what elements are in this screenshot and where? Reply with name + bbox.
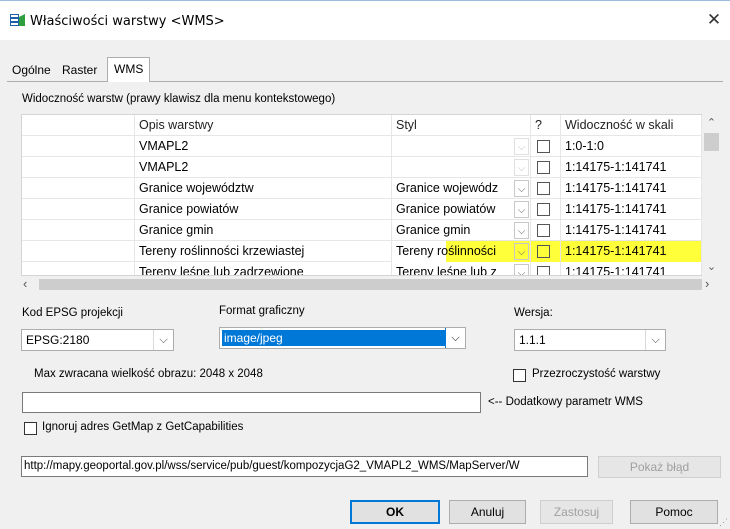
layer-style[interactable]: ⌵: [392, 157, 531, 178]
version-value: 1.1.1: [519, 333, 546, 347]
layer-style[interactable]: Tereny leśne lub z ⌵: [392, 262, 531, 276]
epsg-label: Kod EPSG projekcji: [22, 307, 123, 319]
close-icon[interactable]: ✕: [703, 9, 725, 31]
layer-scale: 1:14175-1:141741: [561, 220, 702, 241]
chevron-down-icon[interactable]: ⌵: [514, 180, 529, 197]
grid-horizontal-scrollbar[interactable]: ‹ ›: [21, 276, 721, 293]
help-button[interactable]: Pomoc: [630, 500, 718, 524]
chevron-down-icon: ⌵: [514, 159, 529, 176]
layer-style[interactable]: Granice gmin ⌵: [392, 220, 531, 241]
chevron-down-icon: ⌵: [514, 138, 529, 155]
grid-vertical-scrollbar[interactable]: ⌃ ⌄: [702, 114, 721, 276]
chevron-down-icon[interactable]: ⌵: [514, 243, 529, 260]
header-blank: [22, 115, 135, 136]
table-row[interactable]: Granice województw Granice wojewódz ⌵ 1:1…: [22, 178, 702, 199]
tab-wms[interactable]: WMS: [107, 57, 151, 82]
extra-param-input[interactable]: [22, 392, 481, 413]
format-label: Format graficzny: [219, 305, 305, 317]
header-query[interactable]: ?: [531, 115, 561, 136]
version-select[interactable]: 1.1.1 ⌵: [514, 329, 666, 351]
layer-name: Tereny leśne lub zadrzewione: [135, 262, 392, 275]
table-row[interactable]: Tereny leśne lub zadrzewione Tereny leśn…: [22, 262, 702, 276]
tab-raster[interactable]: Raster: [58, 61, 101, 81]
layer-style[interactable]: ⌵: [392, 136, 531, 157]
query-checkbox[interactable]: [537, 140, 550, 153]
layer-style-text: Granice powiatów: [396, 202, 496, 216]
chevron-down-icon[interactable]: ⌵: [514, 264, 529, 275]
header-layer-name[interactable]: Opis warstwy: [135, 115, 392, 136]
transparency-checkbox[interactable]: [513, 369, 526, 382]
header-style[interactable]: Styl: [392, 115, 531, 136]
format-value: image/jpeg: [222, 330, 446, 346]
query-checkbox[interactable]: [537, 203, 550, 216]
format-select[interactable]: image/jpeg ⌵: [219, 327, 466, 349]
chevron-down-icon[interactable]: ⌵: [514, 201, 529, 218]
layer-scale: 1:14175-1:141741: [561, 199, 702, 220]
max-image-size-label: Max zwracana wielkość obrazu: 2048 x 204…: [34, 368, 263, 380]
query-checkbox[interactable]: [537, 182, 550, 195]
layer-name: Granice gmin: [135, 220, 392, 241]
table-row[interactable]: Tereny roślinności krzewiastej Tereny ro…: [22, 241, 702, 262]
query-checkbox[interactable]: [537, 245, 550, 258]
scrollbar-thumb[interactable]: [39, 279, 702, 290]
transparency-label: Przezroczystość warstwy: [532, 368, 661, 380]
layer-style-text: Tereny leśne lub z: [396, 265, 497, 276]
query-checkbox[interactable]: [537, 224, 550, 237]
layer-style-text: Granice wojewódz: [396, 181, 499, 195]
chevron-up-icon[interactable]: ⌃: [702, 116, 721, 132]
layer-scale: 1:14175-1:141741: [561, 262, 702, 275]
layer-style-text: Tereny roślinności: [396, 244, 497, 258]
layer-name: Tereny roślinności krzewiastej: [135, 241, 392, 262]
url-field[interactable]: http://mapy.geoportal.gov.pl/wss/service…: [21, 456, 588, 477]
layer-style-text: Granice gmin: [396, 223, 471, 237]
layers-properties-icon: [10, 14, 25, 26]
layer-scale: 1:14175-1:141741: [561, 178, 702, 199]
ignore-getmap-label: Ignoruj adres GetMap z GetCapabilities: [42, 421, 244, 433]
apply-button[interactable]: Zastosuj: [540, 500, 613, 524]
chevron-left-icon[interactable]: ‹: [23, 276, 37, 293]
layer-scale: 1:14175-1:141741: [561, 157, 702, 178]
ignore-getmap-checkbox[interactable]: [24, 422, 37, 435]
epsg-select[interactable]: EPSG:2180 ⌵: [21, 329, 174, 351]
chevron-down-icon[interactable]: ⌵: [645, 330, 665, 350]
layer-style[interactable]: Granice powiatów ⌵: [392, 199, 531, 220]
layer-name: VMAPL2: [135, 136, 392, 157]
layer-grid[interactable]: Opis warstwy Styl ? Widoczność w skali V…: [21, 114, 721, 276]
grid-header: Opis warstwy Styl ? Widoczność w skali: [22, 115, 702, 136]
extra-param-label: <-- Dodatkowy parametr WMS: [488, 396, 643, 408]
version-label: Wersja:: [514, 307, 553, 319]
chevron-down-icon[interactable]: ⌵: [445, 328, 465, 348]
header-scale[interactable]: Widoczność w skali: [561, 115, 702, 136]
chevron-down-icon[interactable]: ⌄: [702, 260, 721, 276]
show-error-button[interactable]: Pokaż błąd: [598, 456, 721, 478]
layer-scale-highlighted: 1:14175-1:141741: [561, 241, 702, 262]
table-row[interactable]: Granice powiatów Granice powiatów ⌵ 1:141…: [22, 199, 702, 220]
scrollbar-thumb[interactable]: [704, 133, 719, 151]
layer-scale: 1:0-1:0: [561, 136, 702, 157]
ok-button[interactable]: OK: [350, 500, 440, 524]
table-row[interactable]: Granice gmin Granice gmin ⌵ 1:14175-1:141…: [22, 220, 702, 241]
chevron-down-icon[interactable]: ⌵: [514, 222, 529, 239]
query-checkbox[interactable]: [537, 161, 550, 174]
chevron-right-icon[interactable]: ›: [705, 276, 719, 293]
window-title: Właściwości warstwy <WMS>: [30, 14, 225, 29]
table-row[interactable]: VMAPL2 ⌵ 1:14175-1:141741: [22, 157, 702, 178]
layer-name: Granice powiatów: [135, 199, 392, 220]
visibility-label: Widoczność warstw (prawy klawisz dla men…: [22, 93, 336, 105]
tab-general[interactable]: Ogólne: [8, 61, 55, 81]
resize-grip-icon[interactable]: ⋰: [719, 517, 729, 527]
chevron-down-icon[interactable]: ⌵: [153, 330, 173, 350]
layer-name: VMAPL2: [135, 157, 392, 178]
epsg-value: EPSG:2180: [26, 333, 90, 347]
table-row[interactable]: VMAPL2 ⌵ 1:0-1:0: [22, 136, 702, 157]
layer-name: Granice województw: [135, 178, 392, 199]
layer-style-highlighted[interactable]: Tereny roślinności ⌵: [392, 241, 531, 262]
title-bar: Właściwości warstwy <WMS> ✕: [0, 0, 730, 40]
layer-style[interactable]: Granice wojewódz ⌵: [392, 178, 531, 199]
query-checkbox[interactable]: [537, 266, 550, 275]
cancel-button[interactable]: Anuluj: [449, 500, 526, 524]
